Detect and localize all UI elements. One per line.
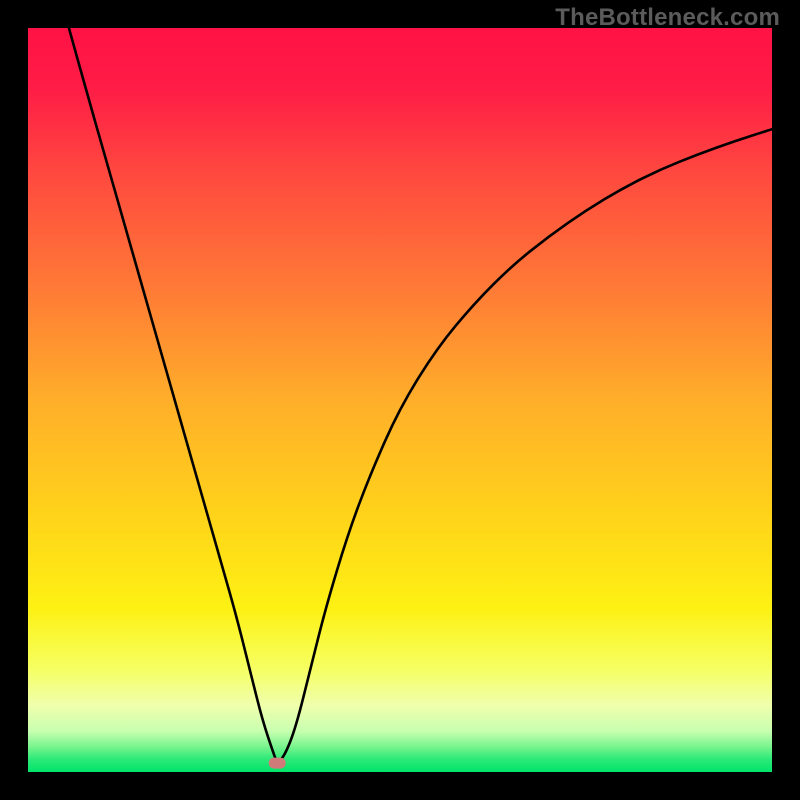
marker-group — [269, 758, 286, 769]
chart-svg — [28, 28, 772, 772]
gradient-background — [28, 28, 772, 772]
plot-area — [28, 28, 772, 772]
chart-container: TheBottleneck.com — [0, 0, 800, 800]
optimum-marker — [269, 758, 286, 769]
